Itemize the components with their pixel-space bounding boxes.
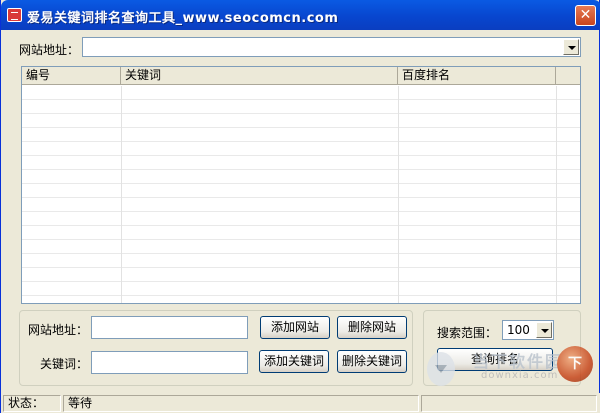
app-icon xyxy=(7,8,22,22)
column-header-id[interactable]: 编号 xyxy=(22,67,121,85)
status-value: 等待 xyxy=(63,395,419,412)
watermark-url: downxia.com xyxy=(481,370,559,381)
search-range-select[interactable]: 100 xyxy=(502,320,554,340)
close-button[interactable]: ✕ xyxy=(575,5,596,26)
column-divider xyxy=(121,86,122,303)
column-divider xyxy=(398,86,399,303)
status-label: 状态： xyxy=(3,395,61,412)
chevron-down-icon[interactable] xyxy=(536,322,552,338)
delete-keyword-button[interactable]: 删除关键词 xyxy=(337,350,407,373)
site-address-combobox[interactable] xyxy=(82,37,581,57)
search-range-value: 100 xyxy=(507,323,530,337)
list-header: 编号 关键词 百度排名 xyxy=(22,67,580,85)
title-bar[interactable]: 爱易关键词排名查询工具_www.seocomcn.com ✕ xyxy=(1,0,600,30)
column-divider xyxy=(556,86,557,303)
window-title: 爱易关键词排名查询工具_www.seocomcn.com xyxy=(27,11,339,26)
form-keyword-input[interactable] xyxy=(91,351,248,374)
add-site-button[interactable]: 添加网站 xyxy=(260,316,330,339)
column-header-baidu-rank[interactable]: 百度排名 xyxy=(398,67,556,85)
site-address-label: 网站地址： xyxy=(19,43,80,57)
watermark-logo: 下 xyxy=(557,346,593,382)
form-keyword-label: 关键词： xyxy=(40,357,89,371)
status-extra xyxy=(421,395,597,412)
delete-site-button[interactable]: 删除网站 xyxy=(337,316,407,339)
form-site-label: 网站地址： xyxy=(28,323,89,337)
watermark: 当下软件园 downxia.com 下 xyxy=(421,344,596,394)
status-bar: 状态： 等待 xyxy=(1,393,600,413)
app-window: 爱易关键词排名查询工具_www.seocomcn.com ✕ 网站地址： 编号 … xyxy=(0,0,600,413)
column-header-keyword[interactable]: 关键词 xyxy=(121,67,398,85)
watermark-text: 当下软件园 xyxy=(473,352,564,371)
chevron-down-icon[interactable] xyxy=(563,39,579,55)
add-keyword-button[interactable]: 添加关键词 xyxy=(259,350,329,373)
list-body xyxy=(22,86,580,303)
keyword-list[interactable]: 编号 关键词 百度排名 xyxy=(21,66,581,304)
form-site-input[interactable] xyxy=(91,316,248,339)
download-arrow-icon xyxy=(427,352,455,386)
search-range-label: 搜索范围： xyxy=(437,326,498,340)
